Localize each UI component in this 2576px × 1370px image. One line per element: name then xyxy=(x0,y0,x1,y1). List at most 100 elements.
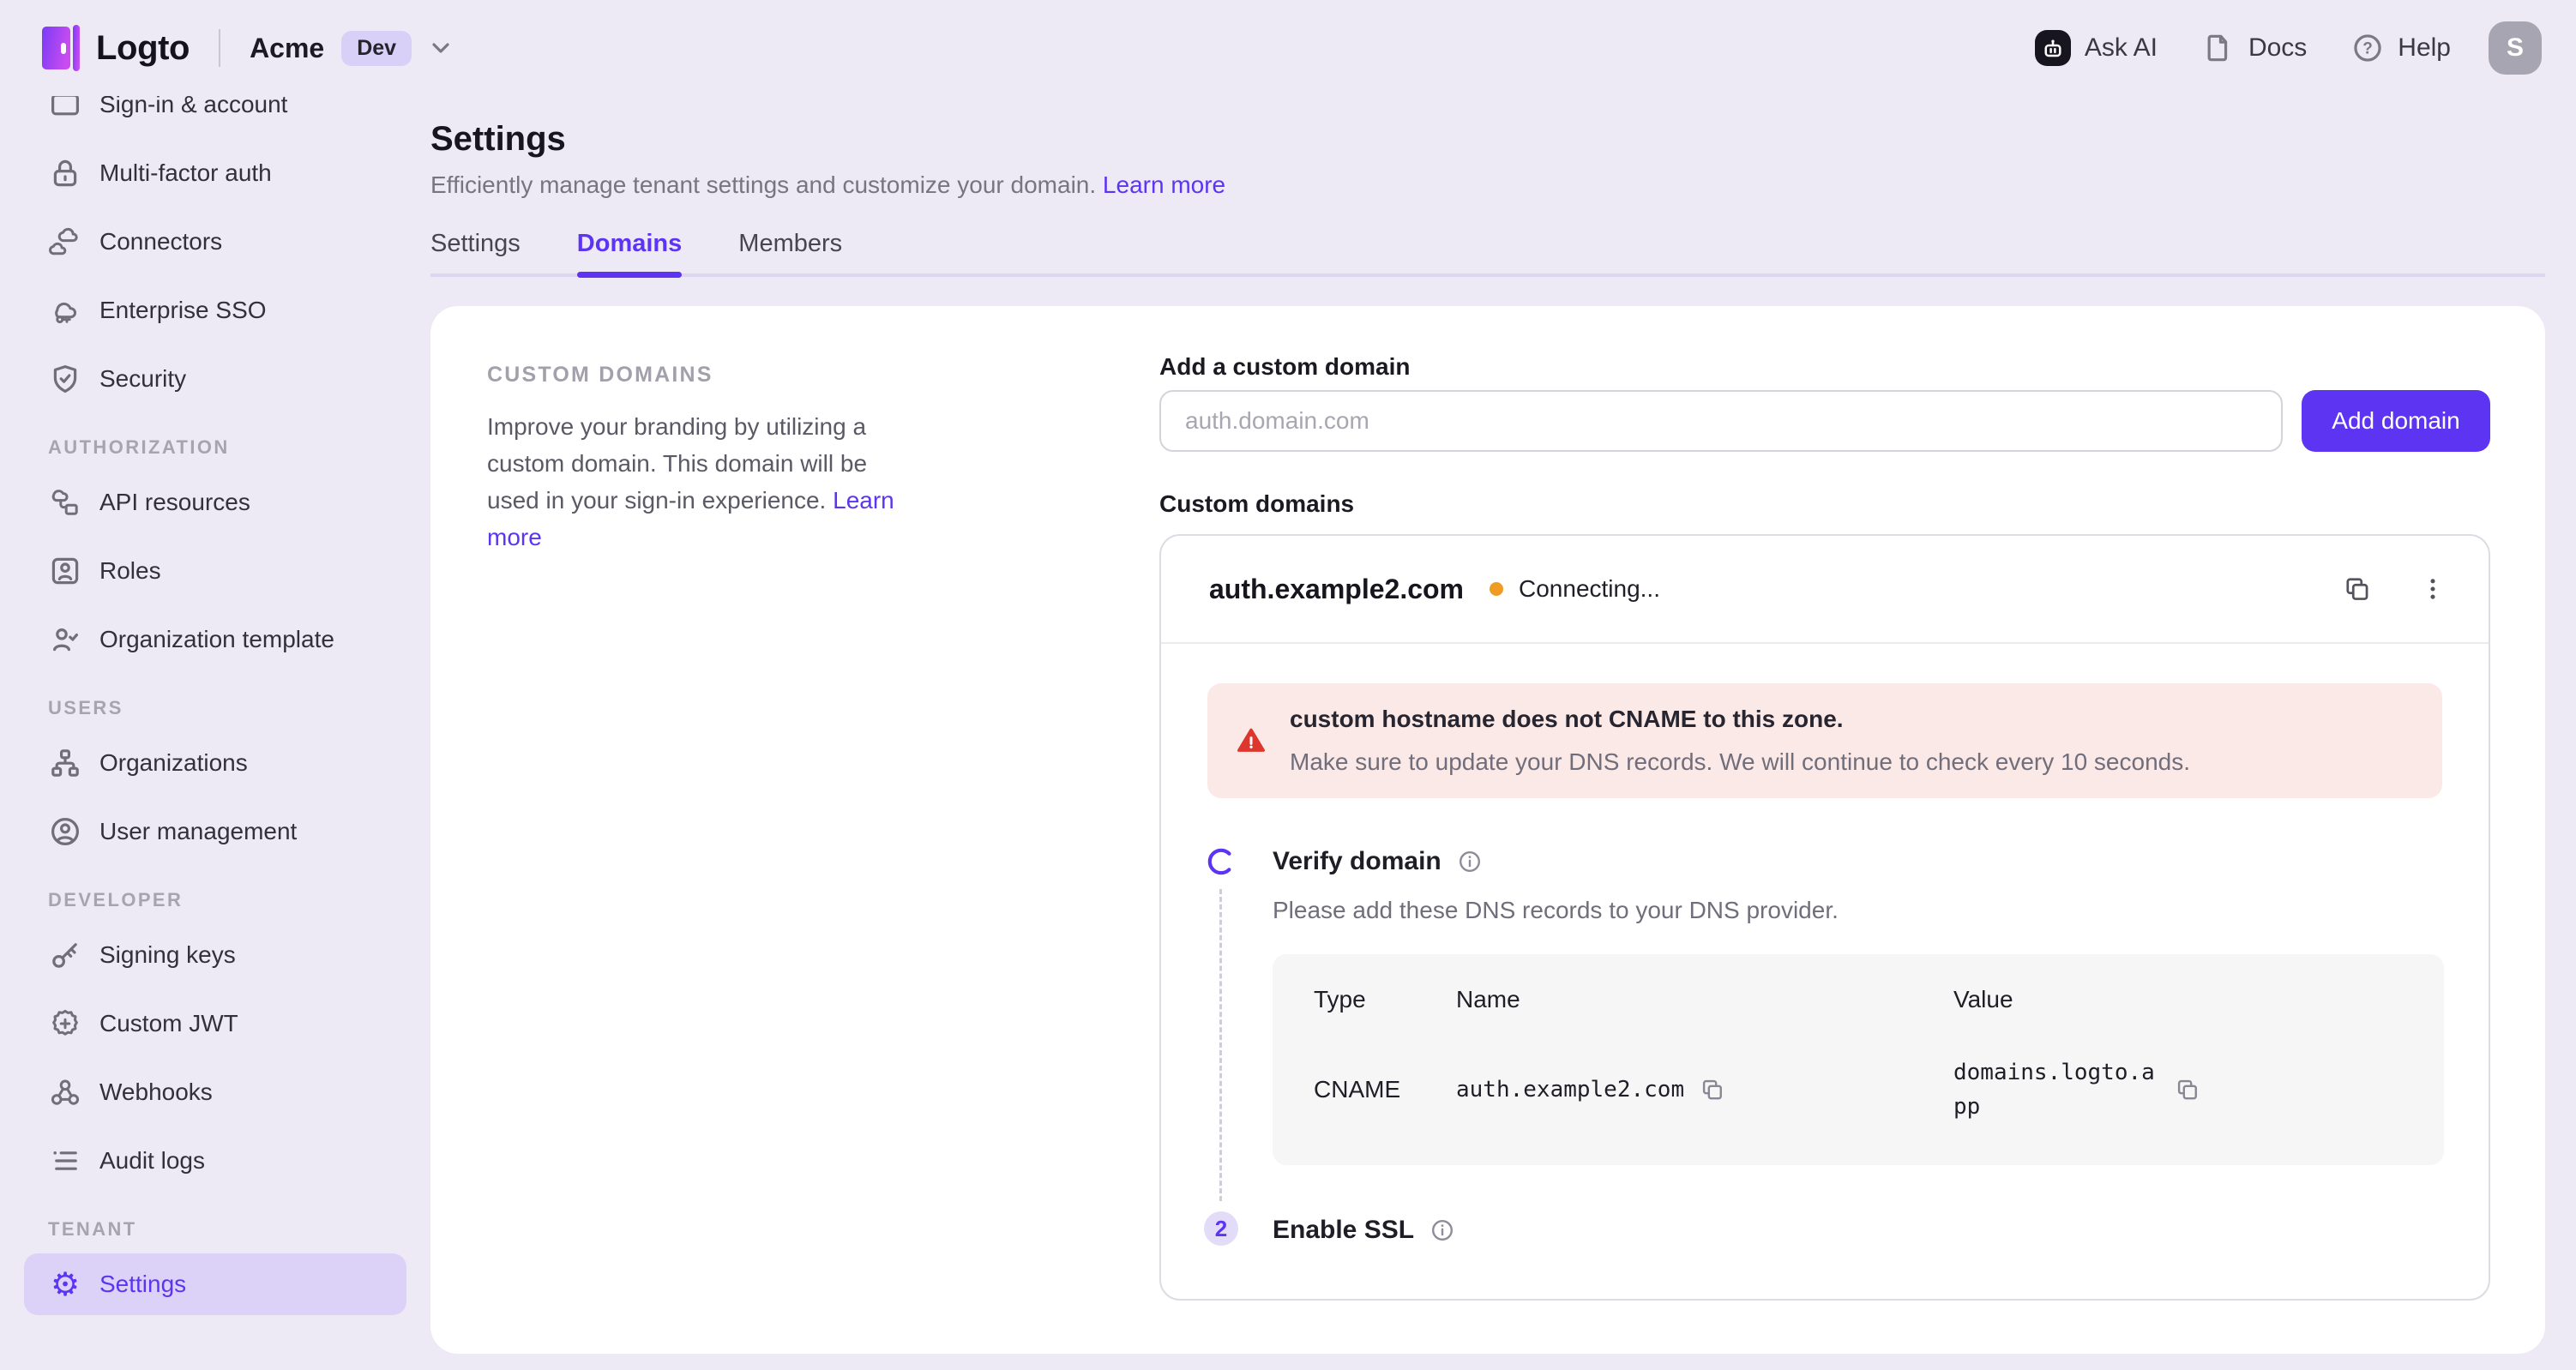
info-icon[interactable] xyxy=(1429,1217,1455,1243)
window-icon xyxy=(48,96,82,122)
subtitle-learn-more-link[interactable]: Learn more xyxy=(1103,171,1225,198)
app-window: Logto Acme Dev Ask AI xyxy=(0,0,2576,1370)
main-content: Settings Efficiently manage tenant setti… xyxy=(430,96,2576,1370)
sidebar-item-label: Organizations xyxy=(99,749,248,777)
chevron-down-icon xyxy=(427,34,454,62)
sidebar-item-organization-template[interactable]: Organization template xyxy=(24,609,406,670)
person-check-icon xyxy=(48,622,82,657)
tab-settings[interactable]: Settings xyxy=(430,230,521,273)
dns-records-table: Type Name Value CNAME auth.example2.com xyxy=(1273,954,2444,1165)
error-title: custom hostname does not CNAME to this z… xyxy=(1290,705,2190,734)
dns-col-name: Name xyxy=(1456,985,1953,1014)
avatar[interactable]: S xyxy=(2489,21,2542,75)
divider xyxy=(219,29,220,67)
dns-record-type: CNAME xyxy=(1314,1076,1456,1103)
env-badge: Dev xyxy=(341,31,412,66)
docs-label: Docs xyxy=(2248,33,2307,63)
sidebar-section-tenant: TENANT xyxy=(24,1205,406,1253)
page-subtitle: Efficiently manage tenant settings and c… xyxy=(430,168,2576,202)
sidebar-item-label: Webhooks xyxy=(99,1079,213,1106)
sidebar-item-sign-in-account[interactable]: Sign-in & account xyxy=(24,96,406,135)
help-icon: ? xyxy=(2351,32,2384,64)
add-domain-button[interactable]: Add domain xyxy=(2302,390,2490,452)
kebab-menu-icon[interactable] xyxy=(2418,574,2447,604)
cloud-key-icon xyxy=(48,293,82,327)
top-bar: Logto Acme Dev Ask AI xyxy=(0,0,2576,96)
list-icon xyxy=(48,1144,82,1178)
sidebar-item-enterprise-sso[interactable]: Enterprise SSO xyxy=(24,279,406,341)
dns-col-value: Value xyxy=(1953,985,2403,1014)
domain-card: auth.example2.com Connecting... xyxy=(1159,534,2490,1301)
domain-name: auth.example2.com xyxy=(1209,574,1464,605)
gear-icon: ⚙ xyxy=(48,1267,82,1301)
sidebar-item-multi-factor-auth[interactable]: Multi-factor auth xyxy=(24,142,406,204)
sidebar-section-users: USERS xyxy=(24,684,406,732)
lock-icon xyxy=(48,156,82,190)
verify-domain-step: Verify domain Please add these DNS recor… xyxy=(1207,846,2442,1165)
tab-members[interactable]: Members xyxy=(738,230,842,273)
shield-check-icon xyxy=(48,362,82,396)
custom-domains-intro: CUSTOM DOMAINS Improve your branding by … xyxy=(487,363,907,556)
enable-ssl-step: 2 Enable SSL xyxy=(1207,1215,2442,1246)
domain-card-body: custom hostname does not CNAME to this z… xyxy=(1161,644,2489,1246)
sidebar-item-signing-keys[interactable]: Signing keys xyxy=(24,924,406,986)
sidebar-section-authorization: AUTHORIZATION xyxy=(24,424,406,472)
sidebar-item-audit-logs[interactable]: Audit logs xyxy=(24,1130,406,1192)
domains-panel: CUSTOM DOMAINS Improve your branding by … xyxy=(430,306,2545,1354)
step-connector-line xyxy=(1219,889,1222,1201)
docs-icon xyxy=(2202,32,2235,64)
step-number-badge: 2 xyxy=(1204,1211,1238,1246)
add-domain-label: Add a custom domain xyxy=(1159,352,2490,382)
ask-ai-icon xyxy=(2035,30,2071,66)
tab-bar: Settings Domains Members xyxy=(430,230,2545,277)
docs-button[interactable]: Docs xyxy=(2202,32,2307,64)
sidebar-item-user-management[interactable]: User management xyxy=(24,801,406,862)
copy-icon[interactable] xyxy=(2175,1077,2200,1103)
dns-record-name: auth.example2.com xyxy=(1456,1073,1953,1107)
sidebar-item-roles[interactable]: Roles xyxy=(24,540,406,602)
tenant-selector[interactable]: Acme Dev xyxy=(250,31,454,66)
key-icon xyxy=(48,938,82,972)
custom-domains-list-label: Custom domains xyxy=(1159,490,2490,519)
section-heading: CUSTOM DOMAINS xyxy=(487,363,907,388)
domain-card-header: auth.example2.com Connecting... xyxy=(1161,536,2489,644)
sidebar-item-settings[interactable]: ⚙ Settings xyxy=(24,1253,406,1315)
sidebar-item-label: Signing keys xyxy=(99,941,236,969)
sidebar-item-security[interactable]: Security xyxy=(24,348,406,410)
sidebar-item-label: Security xyxy=(99,365,186,393)
sidebar-item-custom-jwt[interactable]: Custom JWT xyxy=(24,993,406,1055)
sidebar-item-webhooks[interactable]: Webhooks xyxy=(24,1061,406,1123)
sidebar: Sign-in & account Multi-factor auth Conn… xyxy=(0,96,430,1370)
logto-logo-icon xyxy=(41,25,81,71)
sidebar-item-api-resources[interactable]: API resources xyxy=(24,472,406,533)
tenant-name: Acme xyxy=(250,33,324,64)
sidebar-item-label: Audit logs xyxy=(99,1147,205,1175)
sidebar-item-label: Multi-factor auth xyxy=(99,159,272,187)
status-text: Connecting... xyxy=(1519,575,1660,603)
person-circle-icon xyxy=(48,814,82,849)
info-icon[interactable] xyxy=(1457,849,1483,874)
help-button[interactable]: ? Help xyxy=(2351,32,2451,64)
sidebar-item-label: Enterprise SSO xyxy=(99,297,267,324)
webhook-icon xyxy=(48,1075,82,1109)
copy-icon[interactable] xyxy=(2343,574,2372,604)
custom-domain-input[interactable] xyxy=(1159,390,2283,452)
status-dot xyxy=(1490,582,1503,596)
sidebar-item-label: User management xyxy=(99,818,297,845)
sidebar-item-connectors[interactable]: Connectors xyxy=(24,211,406,273)
person-card-icon xyxy=(48,554,82,588)
logo[interactable]: Logto xyxy=(41,25,190,71)
verify-domain-title: Verify domain xyxy=(1273,847,1441,876)
error-banner: custom hostname does not CNAME to this z… xyxy=(1207,683,2442,798)
sidebar-item-label: Roles xyxy=(99,557,161,585)
error-description: Make sure to update your DNS records. We… xyxy=(1290,748,2190,777)
sidebar-item-organizations[interactable]: Organizations xyxy=(24,732,406,794)
dns-record-value: domains.logto.app xyxy=(1953,1055,2403,1124)
dns-col-type: Type xyxy=(1314,985,1456,1014)
ask-ai-button[interactable]: Ask AI xyxy=(2035,30,2158,66)
seal-plus-icon xyxy=(48,1006,82,1041)
sidebar-item-label: Sign-in & account xyxy=(99,96,287,118)
tab-domains[interactable]: Domains xyxy=(577,230,682,273)
connectors-icon xyxy=(48,225,82,259)
copy-icon[interactable] xyxy=(1700,1077,1725,1103)
